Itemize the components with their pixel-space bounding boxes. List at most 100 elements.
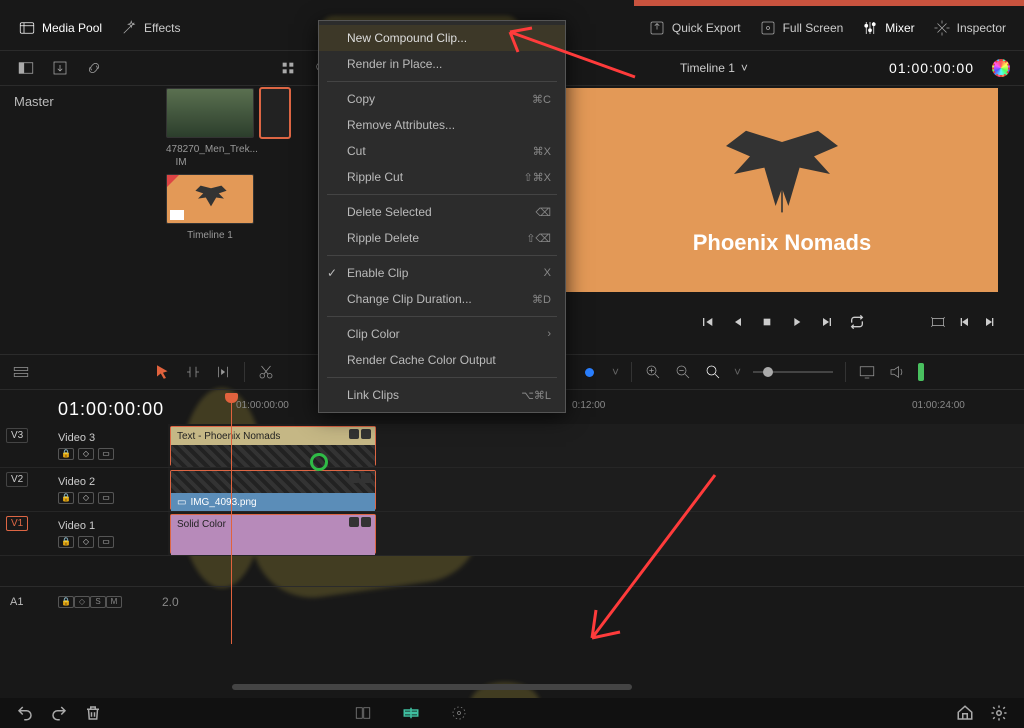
lock-icon[interactable]: 🔒 xyxy=(58,536,74,548)
prev-frame-icon[interactable] xyxy=(729,314,745,330)
ctx-change-duration[interactable]: Change Clip Duration...⌘D xyxy=(319,286,565,312)
loop-icon[interactable] xyxy=(849,314,865,330)
clip-solid-color[interactable]: Solid Color xyxy=(170,514,376,554)
quick-export-label: Quick Export xyxy=(672,21,741,35)
clip-thumbnail[interactable] xyxy=(166,88,254,138)
edit-page-icon[interactable] xyxy=(450,704,468,722)
ctx-remove-attributes[interactable]: Remove Attributes... xyxy=(319,112,565,138)
ctx-link-clips[interactable]: Link Clips⌥⌘L xyxy=(319,382,565,408)
next-frame-icon[interactable] xyxy=(819,314,835,330)
clip-text[interactable]: Text - Phoenix Nomads xyxy=(170,426,376,466)
auto-select-icon[interactable]: ◇ xyxy=(74,596,90,608)
mixer-tab[interactable]: Mixer xyxy=(861,19,914,37)
ctx-render-in-place[interactable]: Render in Place... xyxy=(319,51,565,77)
mute-icon[interactable]: M xyxy=(106,596,122,608)
clip-thumbnail[interactable] xyxy=(260,88,290,138)
track-header[interactable]: V3 xyxy=(0,424,58,467)
media-pool-tab[interactable]: Media Pool xyxy=(18,19,102,37)
import-icon[interactable] xyxy=(48,57,72,79)
auto-select-icon[interactable]: ◇ xyxy=(78,492,94,504)
blade-tool-icon[interactable] xyxy=(257,363,275,381)
solo-icon[interactable]: S xyxy=(90,596,106,608)
trim-tool-icon[interactable] xyxy=(184,363,202,381)
chevron-down-icon[interactable]: ˅ xyxy=(612,365,619,379)
panel-left-icon[interactable] xyxy=(14,57,38,79)
dynamic-trim-icon[interactable] xyxy=(214,363,232,381)
effects-tab[interactable]: Effects xyxy=(120,19,180,37)
ctx-delete-selected[interactable]: Delete Selected⌫ xyxy=(319,199,565,225)
trash-icon[interactable] xyxy=(84,704,102,722)
display-icon[interactable]: ▭ xyxy=(98,492,114,504)
ruler-tick: 01:00:24:00 xyxy=(912,400,965,411)
lock-icon[interactable]: 🔒 xyxy=(58,492,74,504)
quick-export-button[interactable]: Quick Export xyxy=(648,19,741,37)
monitor-icon[interactable] xyxy=(858,363,876,381)
timeline-view-icon[interactable] xyxy=(12,363,30,381)
track-lane[interactable]: Text - Phoenix Nomads xyxy=(168,424,1024,467)
ctx-ripple-delete[interactable]: Ripple Delete⇧⌫ xyxy=(319,225,565,251)
clip-image[interactable]: ▭ IMG_4093.png xyxy=(170,470,376,510)
inspector-tab[interactable]: Inspector xyxy=(933,19,1006,37)
full-screen-button[interactable]: Full Screen xyxy=(759,19,844,37)
timeline-timecode[interactable]: 01:00:00:00 xyxy=(58,399,164,420)
lock-icon[interactable]: 🔒 xyxy=(58,596,74,608)
track-header[interactable]: A1 xyxy=(0,596,58,608)
viewer-brand-text: Phoenix Nomads xyxy=(693,230,871,256)
redo-icon[interactable] xyxy=(50,704,68,722)
ctx-cut[interactable]: Cut⌘X xyxy=(319,138,565,164)
track-header[interactable]: V1 xyxy=(0,512,58,555)
timeline-title[interactable]: Timeline 1 ˅ xyxy=(680,61,748,75)
ctx-ripple-cut[interactable]: Ripple Cut⇧⌘X xyxy=(319,164,565,190)
chevron-down-icon[interactable]: ˅ xyxy=(734,365,741,379)
ctx-enable-clip[interactable]: ✓Enable ClipX xyxy=(319,260,565,286)
playhead[interactable] xyxy=(231,394,232,644)
timeline-thumbnail[interactable] xyxy=(166,174,254,224)
link-icon[interactable] xyxy=(82,57,106,79)
ctx-render-cache[interactable]: Render Cache Color Output xyxy=(319,347,565,373)
track-name-area[interactable]: Video 3 🔒◇▭ xyxy=(58,424,168,467)
match-frame-icon[interactable] xyxy=(930,314,946,330)
clip-label: IM xyxy=(166,155,196,168)
track-lane[interactable]: Solid Color xyxy=(168,512,1024,555)
next-edit-icon[interactable] xyxy=(982,314,998,330)
zoom-fit-icon[interactable] xyxy=(704,363,722,381)
marker-color-icon[interactable] xyxy=(585,368,594,377)
speaker-icon[interactable] xyxy=(888,363,906,381)
ctx-clip-color[interactable]: Clip Color› xyxy=(319,321,565,347)
undo-icon[interactable] xyxy=(16,704,34,722)
track-v1: V1 Video 1 🔒◇▭ Solid Color xyxy=(0,512,1024,556)
auto-select-icon[interactable]: ◇ xyxy=(78,536,94,548)
track-name-area[interactable]: Video 2 🔒◇▭ xyxy=(58,468,168,511)
auto-select-icon[interactable]: ◇ xyxy=(78,448,94,460)
viewer-timecode[interactable]: 01:00:00:00 xyxy=(889,60,974,76)
ctx-copy[interactable]: Copy⌘C xyxy=(319,86,565,112)
prev-edit-icon[interactable] xyxy=(956,314,972,330)
home-icon[interactable] xyxy=(956,704,974,722)
zoom-slider[interactable] xyxy=(753,371,833,373)
settings-icon[interactable] xyxy=(990,704,1008,722)
fullscreen-icon xyxy=(759,19,777,37)
play-icon[interactable] xyxy=(789,314,805,330)
selection-tool-icon[interactable] xyxy=(154,363,172,381)
lock-icon[interactable]: 🔒 xyxy=(58,448,74,460)
track-lane[interactable]: ▭ IMG_4093.png xyxy=(168,468,1024,511)
cut-page-icon[interactable] xyxy=(402,704,420,722)
track-name-area[interactable]: Video 1 🔒◇▭ xyxy=(58,512,168,555)
stop-icon[interactable] xyxy=(759,314,775,330)
track-header[interactable]: V2 xyxy=(0,468,58,511)
master-bin[interactable]: Master xyxy=(14,94,54,109)
timeline-scrollbar[interactable] xyxy=(232,684,632,690)
track-v2: V2 Video 2 🔒◇▭ ▭ IMG_4093.png xyxy=(0,468,1024,512)
first-frame-icon[interactable] xyxy=(699,314,715,330)
ctx-new-compound-clip[interactable]: New Compound Clip... xyxy=(319,25,565,51)
export-icon xyxy=(648,19,666,37)
display-icon[interactable]: ▭ xyxy=(98,448,114,460)
ruler-tick: 01:00:00:00 xyxy=(236,400,289,411)
zoom-in-icon[interactable] xyxy=(644,363,662,381)
preview-viewer[interactable]: Phoenix Nomads xyxy=(566,88,998,292)
grid-view-icon[interactable] xyxy=(276,57,300,79)
display-icon[interactable]: ▭ xyxy=(98,536,114,548)
media-page-icon[interactable] xyxy=(354,704,372,722)
zoom-out-icon[interactable] xyxy=(674,363,692,381)
color-wheel-icon[interactable] xyxy=(992,59,1010,77)
